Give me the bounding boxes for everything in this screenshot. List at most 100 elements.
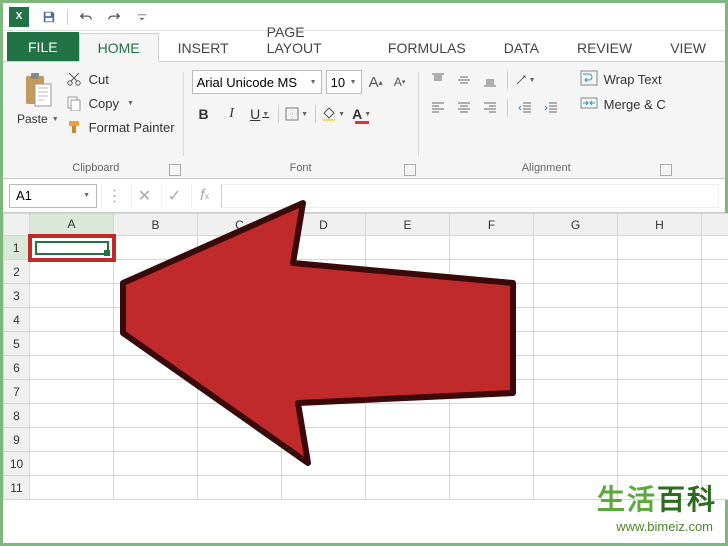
row-header[interactable]: 9 bbox=[4, 428, 30, 452]
cell[interactable] bbox=[366, 236, 450, 260]
column-header[interactable]: H bbox=[618, 214, 702, 236]
cell[interactable] bbox=[534, 356, 618, 380]
column-header[interactable]: E bbox=[366, 214, 450, 236]
cell[interactable] bbox=[534, 452, 618, 476]
cell[interactable] bbox=[702, 452, 728, 476]
cell[interactable] bbox=[282, 236, 366, 260]
cell[interactable] bbox=[282, 404, 366, 428]
borders-button[interactable]: ▼ bbox=[285, 102, 309, 126]
cell[interactable] bbox=[450, 356, 534, 380]
row-header[interactable]: 2 bbox=[4, 260, 30, 284]
column-header[interactable]: B bbox=[114, 214, 198, 236]
tab-data[interactable]: DATA bbox=[485, 33, 558, 61]
cell[interactable] bbox=[534, 404, 618, 428]
cell[interactable] bbox=[30, 308, 114, 332]
cell[interactable] bbox=[702, 308, 728, 332]
cell[interactable] bbox=[366, 356, 450, 380]
name-box[interactable]: A1 ▼ bbox=[9, 184, 97, 208]
select-all-corner[interactable] bbox=[4, 214, 30, 236]
cell[interactable] bbox=[450, 452, 534, 476]
cell[interactable] bbox=[114, 404, 198, 428]
increase-indent-button[interactable] bbox=[540, 98, 562, 118]
cell[interactable] bbox=[114, 308, 198, 332]
spreadsheet-grid[interactable]: ABCDEFGHI1234567891011 bbox=[3, 213, 725, 500]
cell[interactable] bbox=[366, 428, 450, 452]
cell[interactable] bbox=[198, 332, 282, 356]
row-header[interactable]: 6 bbox=[4, 356, 30, 380]
fill-color-button[interactable]: ▼ bbox=[322, 102, 346, 126]
cell[interactable] bbox=[366, 476, 450, 500]
tab-view[interactable]: VIEW bbox=[651, 33, 725, 61]
alignment-launcher[interactable] bbox=[660, 164, 672, 176]
cell[interactable] bbox=[702, 428, 728, 452]
tab-formulas[interactable]: FORMULAS bbox=[369, 33, 485, 61]
cell[interactable] bbox=[450, 428, 534, 452]
tab-home[interactable]: HOME bbox=[79, 33, 159, 62]
cell[interactable] bbox=[534, 236, 618, 260]
cell[interactable] bbox=[450, 380, 534, 404]
row-header[interactable]: 11 bbox=[4, 476, 30, 500]
cell[interactable] bbox=[618, 452, 702, 476]
align-right-button[interactable] bbox=[479, 98, 501, 118]
column-header[interactable]: I bbox=[702, 214, 728, 236]
cell[interactable] bbox=[198, 404, 282, 428]
decrease-font-size-button[interactable]: A▾ bbox=[390, 72, 410, 92]
cell[interactable] bbox=[534, 260, 618, 284]
cell[interactable] bbox=[30, 428, 114, 452]
cell[interactable] bbox=[534, 332, 618, 356]
font-launcher[interactable] bbox=[404, 164, 416, 176]
cell[interactable] bbox=[114, 260, 198, 284]
cell[interactable] bbox=[114, 428, 198, 452]
cell[interactable] bbox=[282, 332, 366, 356]
cell[interactable] bbox=[450, 308, 534, 332]
paste-button[interactable]: Paste▼ bbox=[17, 70, 59, 126]
bold-button[interactable]: B bbox=[192, 102, 216, 126]
italic-button[interactable]: I bbox=[220, 102, 244, 126]
cell[interactable] bbox=[618, 356, 702, 380]
cell[interactable] bbox=[702, 332, 728, 356]
cell[interactable] bbox=[30, 476, 114, 500]
cell[interactable] bbox=[198, 476, 282, 500]
formula-input[interactable] bbox=[221, 184, 719, 208]
row-header[interactable]: 8 bbox=[4, 404, 30, 428]
cell[interactable] bbox=[282, 428, 366, 452]
cell[interactable] bbox=[450, 236, 534, 260]
cell[interactable] bbox=[702, 260, 728, 284]
cell[interactable] bbox=[618, 404, 702, 428]
clipboard-launcher[interactable] bbox=[169, 164, 181, 176]
cell[interactable] bbox=[618, 260, 702, 284]
cell[interactable] bbox=[198, 260, 282, 284]
cell[interactable] bbox=[366, 260, 450, 284]
tab-insert[interactable]: INSERT bbox=[159, 33, 248, 61]
enter-formula-button[interactable]: ✓ bbox=[161, 184, 187, 208]
row-header[interactable]: 10 bbox=[4, 452, 30, 476]
cell[interactable] bbox=[114, 284, 198, 308]
cell[interactable] bbox=[282, 260, 366, 284]
cell[interactable] bbox=[114, 332, 198, 356]
align-middle-button[interactable] bbox=[453, 70, 475, 90]
cell[interactable] bbox=[702, 356, 728, 380]
cell[interactable] bbox=[702, 284, 728, 308]
cell[interactable] bbox=[282, 452, 366, 476]
cell-selected[interactable] bbox=[30, 236, 114, 260]
format-painter-button[interactable]: Format Painter bbox=[65, 118, 175, 136]
tab-page-layout[interactable]: PAGE LAYOUT bbox=[248, 17, 369, 61]
cell[interactable] bbox=[30, 284, 114, 308]
cell[interactable] bbox=[114, 380, 198, 404]
cell[interactable] bbox=[534, 380, 618, 404]
column-header[interactable]: F bbox=[450, 214, 534, 236]
cell[interactable] bbox=[534, 308, 618, 332]
align-top-button[interactable] bbox=[427, 70, 449, 90]
cell[interactable] bbox=[114, 476, 198, 500]
font-color-button[interactable]: A▼ bbox=[350, 102, 374, 126]
cell[interactable] bbox=[114, 236, 198, 260]
cell[interactable] bbox=[366, 380, 450, 404]
cell[interactable] bbox=[618, 428, 702, 452]
underline-button[interactable]: U▼ bbox=[248, 102, 272, 126]
copy-button[interactable]: Copy ▼ bbox=[65, 94, 175, 112]
cell[interactable] bbox=[534, 428, 618, 452]
font-size-select[interactable]: 10 ▼ bbox=[326, 70, 362, 94]
cell[interactable] bbox=[450, 284, 534, 308]
cell[interactable] bbox=[30, 404, 114, 428]
column-header[interactable]: C bbox=[198, 214, 282, 236]
